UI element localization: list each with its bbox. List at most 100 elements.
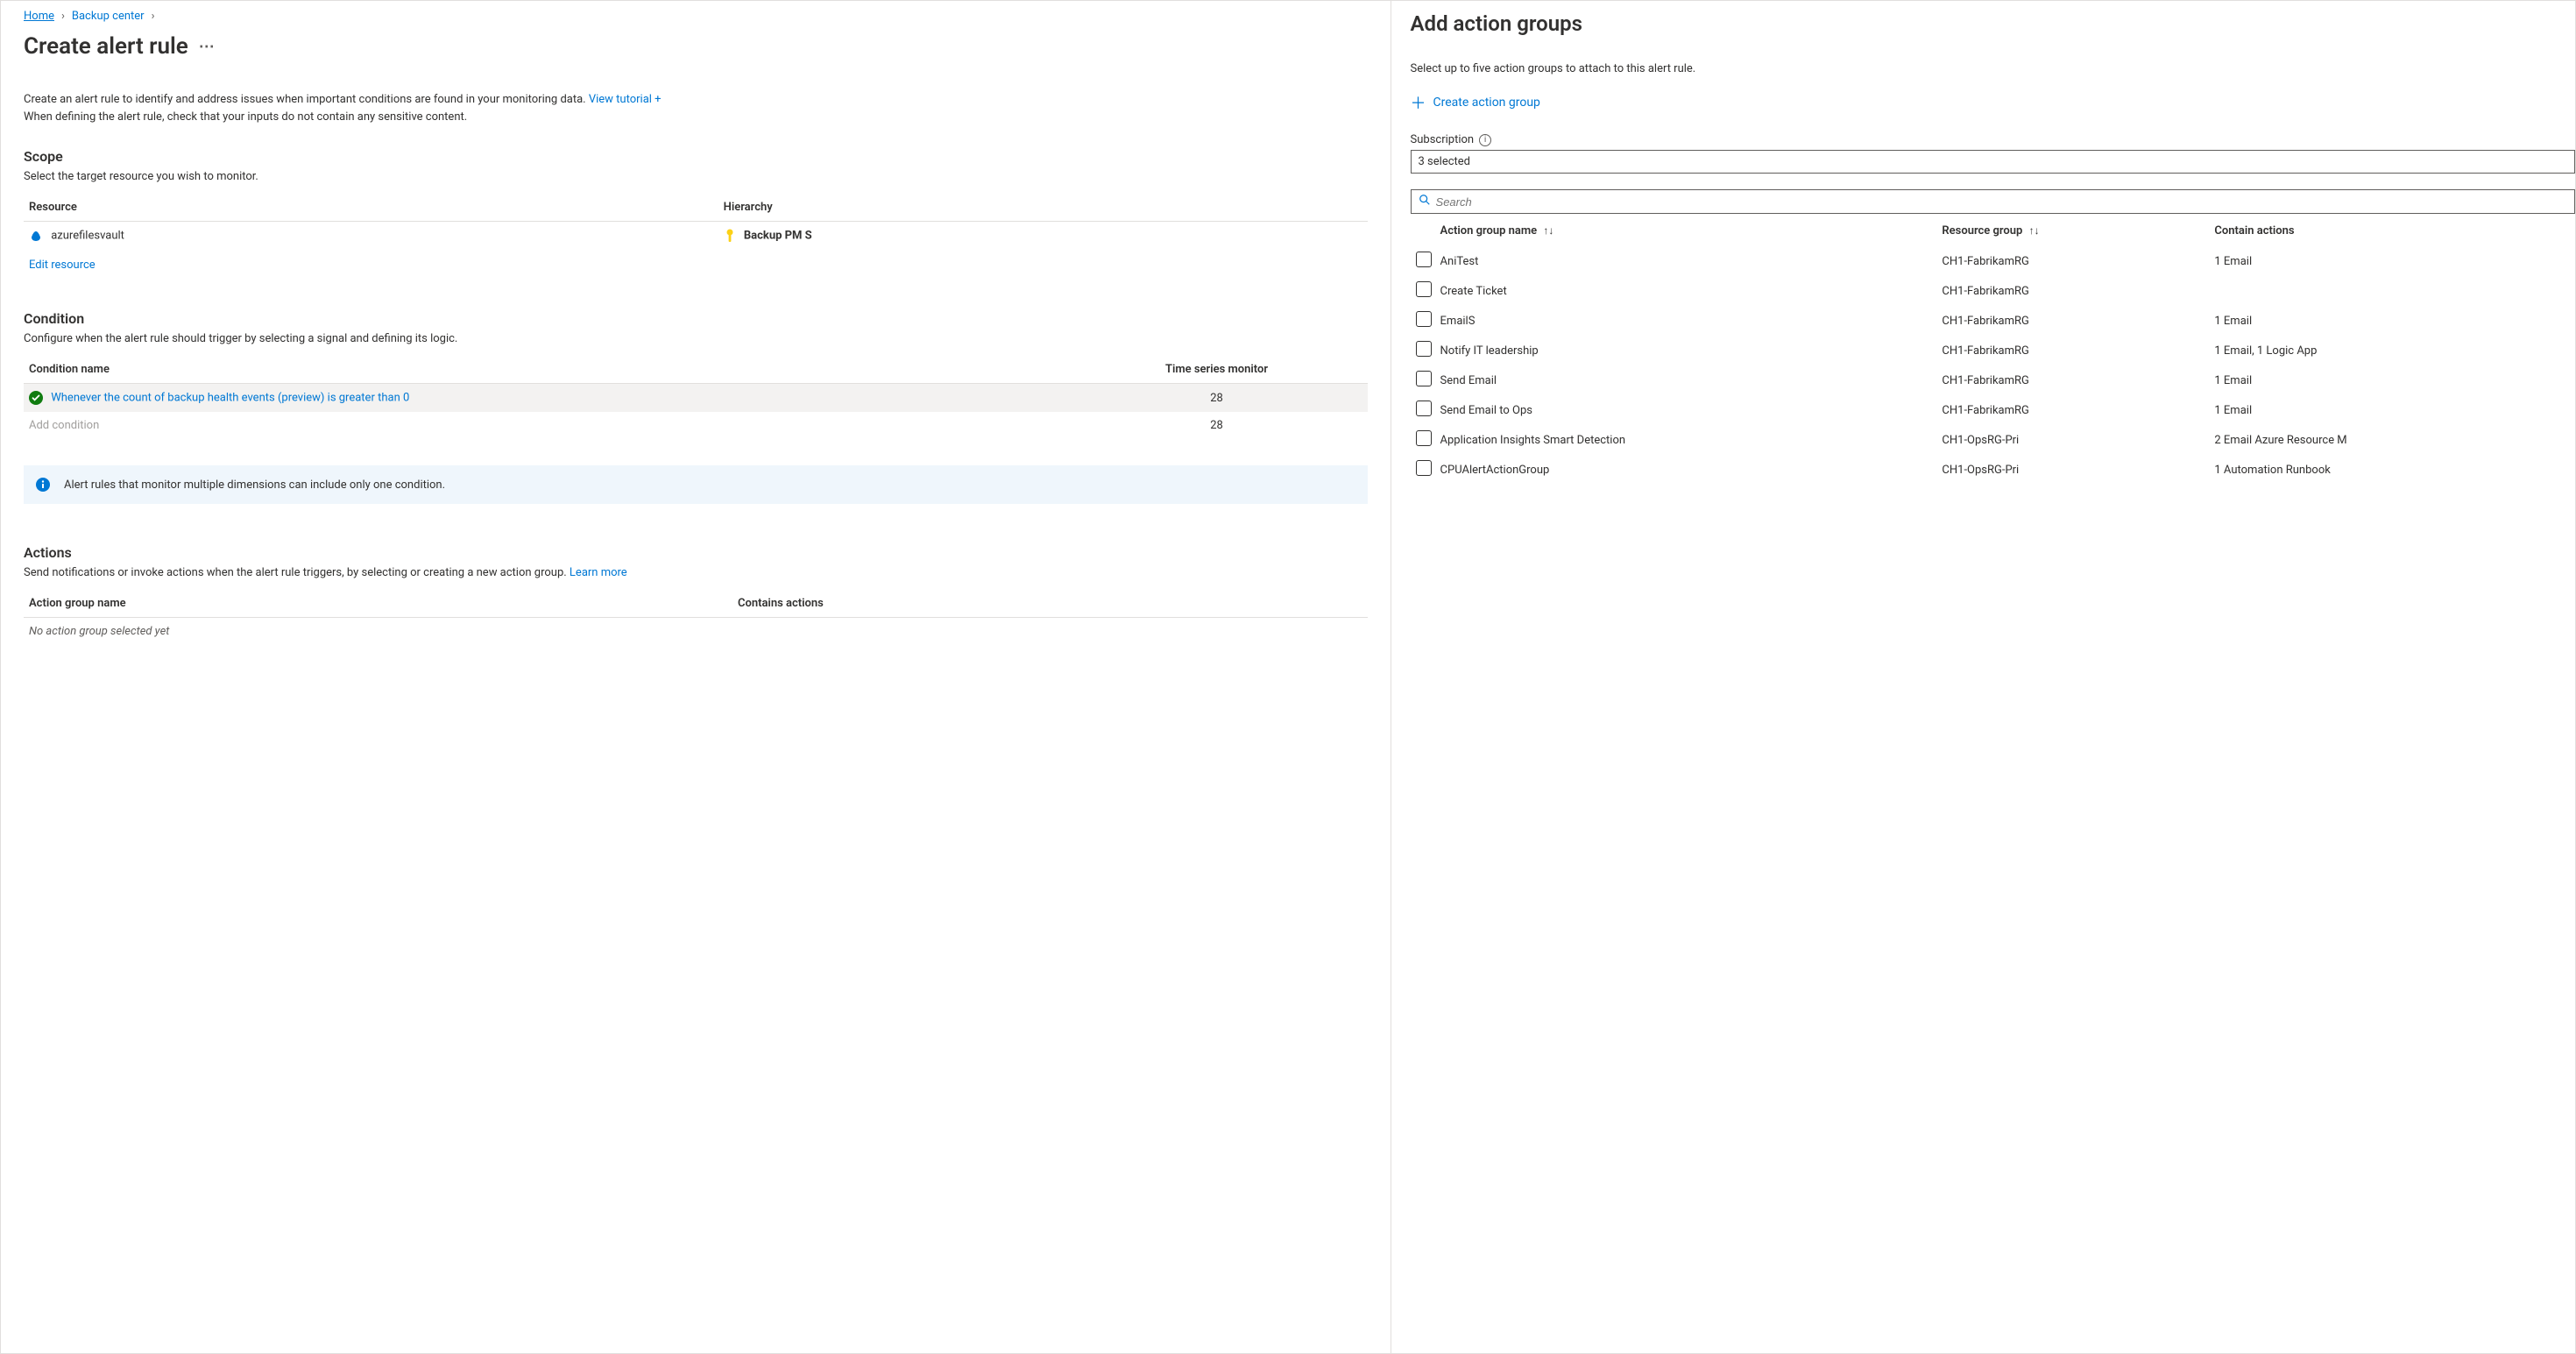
info-bubble-icon[interactable]: i [1479,134,1491,146]
action-group-row[interactable]: Send Email to OpsCH1-FabrikamRG1 Email [1411,395,2575,425]
create-action-group-button[interactable]: ＋ Create action group [1411,91,1540,114]
checkbox[interactable] [1416,252,1432,267]
ag-actions: 1 Email [2211,246,2575,276]
subscription-value: 3 selected [1419,155,1470,168]
blade-title: Add action groups [1411,11,2575,36]
ag-col-actions: Contain actions [2211,216,2575,246]
ag-name: EmailS [1437,306,1939,336]
sort-icon: ↑↓ [1543,224,1553,237]
breadcrumb-home[interactable]: Home [24,10,54,23]
ag-name: AniTest [1437,246,1939,276]
action-group-row[interactable]: EmailSCH1-FabrikamRG1 Email [1411,306,2575,336]
ag-actions [2211,276,2575,306]
add-action-groups-blade: Add action groups Select up to five acti… [1391,1,2575,1353]
condition-heading: Condition [24,310,1368,327]
ag-actions: 1 Email, 1 Logic App [2211,336,2575,365]
condition-row[interactable]: Whenever the count of backup health even… [24,384,1368,413]
search-input[interactable] [1436,195,2567,209]
search-icon [1419,194,1431,209]
checkbox[interactable] [1416,311,1432,327]
condition-ts-value: 28 [1066,384,1368,413]
actions-sub: Send notifications or invoke actions whe… [24,566,1368,579]
ag-name: Application Insights Smart Detection [1437,425,1939,455]
breadcrumb-backup-center[interactable]: Backup center [72,10,145,23]
condition-ts-value-2: 28 [1066,412,1368,439]
checkbox[interactable] [1416,430,1432,446]
action-group-row[interactable]: Send EmailCH1-FabrikamRG1 Email [1411,365,2575,395]
add-condition-row[interactable]: Add condition 28 [24,412,1368,439]
ag-col-name[interactable]: Action group name ↑↓ [1437,216,1939,246]
ag-rg: CH1-FabrikamRG [1938,246,2211,276]
condition-sub: Configure when the alert rule should tri… [24,332,1368,345]
scope-row: azurefilesvault Backup PM S [24,222,1368,251]
chevron-right-icon: › [152,10,155,23]
actions-empty-text: No action group selected yet [29,625,169,638]
subscription-select[interactable]: 3 selected [1411,150,2575,174]
view-tutorial-link[interactable]: View tutorial + [589,93,662,106]
condition-info-text: Alert rules that monitor multiple dimens… [64,479,445,492]
actions-empty-row: No action group selected yet [24,618,1368,646]
scope-sub: Select the target resource you wish to m… [24,170,1368,183]
ag-name: Notify IT leadership [1437,336,1939,365]
intro-line2: When defining the alert rule, check that… [24,110,467,124]
search-box[interactable] [1411,189,2575,214]
checkbox[interactable] [1416,341,1432,357]
ag-actions: 1 Email [2211,365,2575,395]
ag-actions: 1 Email [2211,395,2575,425]
blade-subtitle: Select up to five action groups to attac… [1411,62,2575,75]
scope-col-hierarchy: Hierarchy [718,194,1368,222]
overflow-menu-icon[interactable]: ⋯ [199,38,216,56]
actions-col-contains: Contains actions [732,590,1368,618]
checkbox[interactable] [1416,401,1432,416]
check-circle-icon [29,391,43,405]
add-condition-text: Add condition [29,419,99,432]
actions-heading: Actions [24,544,1368,561]
ag-name: Create Ticket [1437,276,1939,306]
page-title-text: Create alert rule [24,33,188,60]
scope-resource-name: azurefilesvault [51,229,124,242]
ag-name: Send Email [1437,365,1939,395]
ag-rg: CH1-FabrikamRG [1938,306,2211,336]
scope-heading: Scope [24,148,1368,165]
subscription-label: Subscription i [1411,133,2575,146]
ag-rg: CH1-FabrikamRG [1938,276,2211,306]
checkbox[interactable] [1416,371,1432,386]
ag-col-rg[interactable]: Resource group ↑↓ [1938,216,2211,246]
actions-section: Actions Send notifications or invoke act… [24,544,1368,645]
ag-actions: 2 Email Azure Resource M [2211,425,2575,455]
ag-name: Send Email to Ops [1437,395,1939,425]
page-title: Create alert rule ⋯ [24,33,1368,60]
plus-icon: ＋ [1411,91,1426,114]
scope-section: Scope Select the target resource you wis… [24,148,1368,279]
ag-actions: 1 Automation Runbook [2211,455,2575,485]
subscription-label-text: Subscription [1411,133,1475,146]
ag-actions: 1 Email [2211,306,2575,336]
key-icon [724,229,736,243]
action-group-row[interactable]: Notify IT leadershipCH1-FabrikamRG1 Emai… [1411,336,2575,365]
actions-col-name: Action group name [24,590,732,618]
action-group-row[interactable]: Create TicketCH1-FabrikamRG [1411,276,2575,306]
ag-rg: CH1-OpsRG-Pri [1938,455,2211,485]
checkbox[interactable] [1416,281,1432,297]
main-pane: Home › Backup center › Create alert rule… [1,1,1391,1353]
condition-col-ts: Time series monitor [1066,356,1368,384]
edit-resource-link[interactable]: Edit resource [29,259,96,272]
checkbox[interactable] [1416,460,1432,476]
action-group-row[interactable]: CPUAlertActionGroupCH1-OpsRG-Pri1 Automa… [1411,455,2575,485]
condition-name-link[interactable]: Whenever the count of backup health even… [51,391,409,404]
ag-rg: CH1-OpsRG-Pri [1938,425,2211,455]
vault-icon [29,229,43,243]
ag-name: CPUAlertActionGroup [1437,455,1939,485]
condition-col-name: Condition name [24,356,1066,384]
actions-table: Action group name Contains actions No ac… [24,590,1368,645]
action-group-row[interactable]: AniTestCH1-FabrikamRG1 Email [1411,246,2575,276]
action-group-row[interactable]: Application Insights Smart DetectionCH1-… [1411,425,2575,455]
intro-text: Create an alert rule to identify and add… [24,91,1368,125]
actions-learn-more-link[interactable]: Learn more [570,566,627,579]
condition-section: Condition Configure when the alert rule … [24,310,1368,504]
scope-table: Resource Hierarchy azurefilesvault [24,194,1368,279]
condition-info-box: Alert rules that monitor multiple dimens… [24,465,1368,504]
sort-icon: ↑↓ [2029,224,2040,237]
action-groups-table: Action group name ↑↓ Resource group ↑↓ C… [1411,216,2575,485]
chevron-right-icon: › [61,10,65,23]
